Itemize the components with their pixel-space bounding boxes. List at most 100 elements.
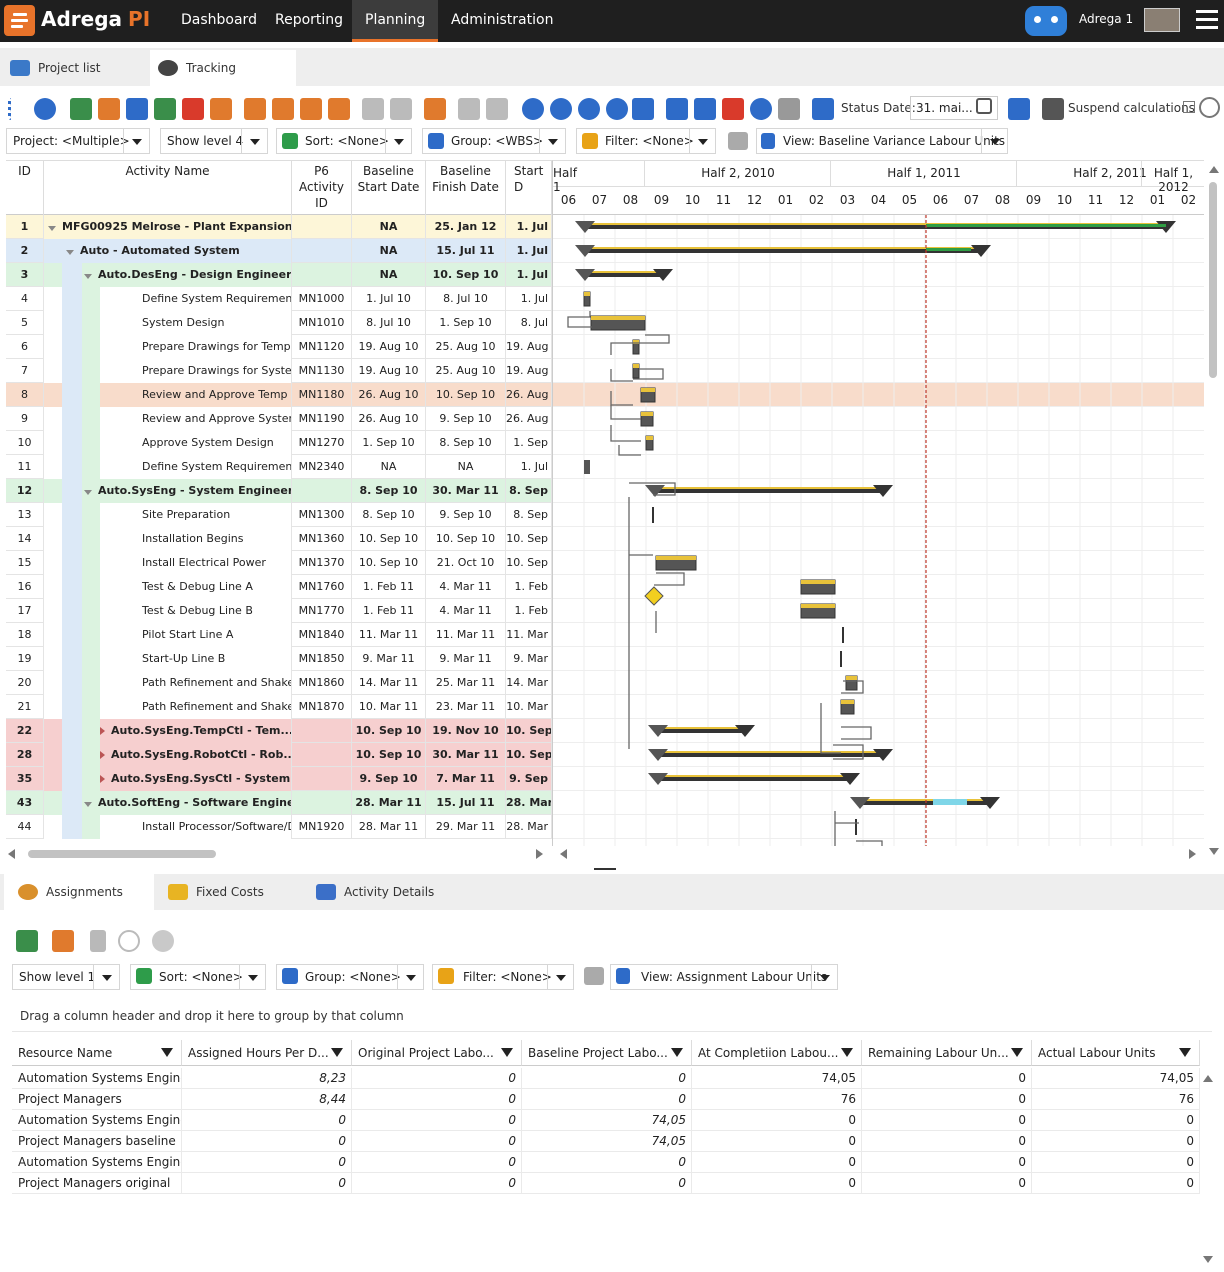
assign-cell[interactable]: 74,05 <box>522 1131 692 1152</box>
assign-cell[interactable]: 0 <box>352 1152 522 1173</box>
assign-cell[interactable]: 0 <box>692 1152 862 1173</box>
unlink-icon[interactable] <box>390 98 412 120</box>
more-vertical-icon[interactable] <box>8 98 14 120</box>
row-activity-name[interactable]: Pilot Start Line A <box>44 623 292 647</box>
assign-cell[interactable]: 0 <box>862 1068 1032 1089</box>
tab-project-list[interactable]: Project list <box>2 50 148 86</box>
collapse-icon[interactable] <box>328 98 350 120</box>
grid-row[interactable]: 16 Test & Debug Line A MN1760 1. Feb 11 4. M… <box>6 575 552 599</box>
assign-cell[interactable]: 0 <box>182 1131 352 1152</box>
chevron-down-icon[interactable] <box>241 129 267 153</box>
assign-cell[interactable]: Automation Systems Engineer l <box>12 1110 182 1131</box>
assign-cell[interactable]: 0 <box>862 1089 1032 1110</box>
align-icon[interactable] <box>632 98 654 120</box>
grid-row[interactable]: 8Review and Approve Temp Con...MN118026.… <box>6 383 552 407</box>
download-icon[interactable] <box>1008 98 1030 120</box>
grid-row[interactable]: 13 Site Preparation MN1300 8. Sep 10 9. Sep … <box>6 503 552 527</box>
cost-icon[interactable] <box>118 930 140 952</box>
col-baseline-start[interactable]: Baseline Start Date <box>352 161 426 215</box>
view-select[interactable]: View: Baseline Variance Labour Units <box>756 128 1008 154</box>
row-activity-name[interactable]: Site Preparation <box>44 503 292 527</box>
grid-row[interactable]: 22 Auto.SysEng.TempCtl - Tem... 10. Sep 10… <box>6 719 552 743</box>
scroll-right-icon[interactable] <box>536 849 543 859</box>
assign-col-header[interactable]: Actual Labour Units <box>1032 1040 1200 1066</box>
row-activity-name[interactable]: Review and Approve Temp Con... <box>44 383 292 407</box>
avatar[interactable] <box>1144 8 1180 32</box>
people-search-icon[interactable] <box>152 930 174 952</box>
grid-row[interactable]: 11 Define System Requirements MN2340 NA NA 1.… <box>6 455 552 479</box>
col-activity-name[interactable]: Activity Name <box>44 161 292 215</box>
assign-cell[interactable]: 0 <box>352 1089 522 1110</box>
row-activity-name[interactable]: Auto.SysEng.SysCtl - System... <box>44 767 292 791</box>
assign-col-header[interactable]: Assigned Hours Per D... <box>182 1040 352 1066</box>
edit-grid-icon[interactable] <box>70 98 92 120</box>
grid-row[interactable]: 44Install Processor/Software/Dat...MN192… <box>6 815 552 839</box>
assign-cell[interactable]: 0 <box>352 1131 522 1152</box>
grid-row[interactable]: 6Prepare Drawings for Temp Co...MN112019… <box>6 335 552 359</box>
chevron-down-icon[interactable] <box>93 965 119 989</box>
grid-row[interactable]: 3 Auto.DesEng - Design Engineeri... NA 10. … <box>6 263 552 287</box>
expand-icon[interactable] <box>300 98 322 120</box>
reorder-icon[interactable] <box>722 98 744 120</box>
list-icon[interactable] <box>694 98 716 120</box>
assign-row[interactable]: Project Managers original 0 0 0 0 0 0 <box>12 1173 1200 1194</box>
grid-row[interactable]: 20Path Refinement and Shakedo...MN186014… <box>6 671 552 695</box>
tab-assignments[interactable]: Assignments <box>4 874 154 910</box>
scroll-up-icon[interactable] <box>1209 166 1219 173</box>
calendar-icon[interactable] <box>976 98 992 114</box>
row-activity-name[interactable]: Install Processor/Software/Dat... <box>44 815 292 839</box>
grid-row[interactable]: 28 Auto.SysEng.RobotCtl - Rob... 10. Sep 1… <box>6 743 552 767</box>
nav-tab-administration[interactable]: Administration <box>438 0 566 42</box>
grid-row[interactable]: 18 Pilot Start Line A MN1840 11. Mar 11 11. … <box>6 623 552 647</box>
level-select[interactable]: Show level 4 <box>160 128 268 154</box>
assign-cell[interactable]: 0 <box>522 1068 692 1089</box>
grid-row[interactable]: 5 System Design MN1010 8. Jul 10 1. Sep 10 8.… <box>6 311 552 335</box>
vertical-scrollbar[interactable] <box>1206 160 1222 860</box>
assign-cell[interactable]: Project Managers baseline <box>12 1131 182 1152</box>
collapse-icon[interactable] <box>84 489 92 495</box>
grid-row[interactable]: 2 Auto - Automated System NA 15. Jul 11 1. J… <box>6 239 552 263</box>
col-baseline-finish[interactable]: Baseline Finish Date <box>426 161 506 215</box>
chevron-down-icon[interactable] <box>123 129 149 153</box>
col-id[interactable]: ID <box>6 161 44 215</box>
undo-icon[interactable] <box>458 98 480 120</box>
grid-row[interactable]: 10 Approve System Design MN1270 1. Sep 10 8.… <box>6 431 552 455</box>
nav-tab-dashboard[interactable]: Dashboard <box>168 0 270 42</box>
assign-col-header[interactable]: Remaining Labour Un... <box>862 1040 1032 1066</box>
assign-row[interactable]: Project Managers baseline 0 0 74,05 0 0 0 <box>12 1131 1200 1152</box>
scroll-down-icon[interactable] <box>1203 1256 1213 1263</box>
filter-icon[interactable] <box>1179 1048 1191 1057</box>
assign-cell[interactable]: 8,44 <box>182 1089 352 1110</box>
col-start-date[interactable]: Start D <box>506 161 552 215</box>
scroll-left-icon[interactable] <box>8 849 15 859</box>
grid-row[interactable]: 15 Install Electrical Power MN1370 10. Sep … <box>6 551 552 575</box>
adrega-logo-icon[interactable] <box>4 5 35 36</box>
suspend-calculations-checkbox[interactable] <box>1183 101 1195 113</box>
row-activity-name[interactable]: Auto.SoftEng - Software Engine... <box>44 791 292 815</box>
assign-cell[interactable]: 76 <box>1032 1089 1200 1110</box>
assign-cell[interactable]: 0 <box>352 1173 522 1194</box>
zoom-range-icon[interactable] <box>606 98 628 120</box>
grid-row[interactable]: 12 Auto.SysEng - System Engineering 8. Sep… <box>6 479 552 503</box>
link-icon[interactable] <box>362 98 384 120</box>
tab-tracking[interactable]: Tracking <box>150 50 296 86</box>
filter-icon[interactable] <box>1011 1048 1023 1057</box>
filter-icon[interactable] <box>671 1048 683 1057</box>
assign-cell[interactable]: 8,23 <box>182 1068 352 1089</box>
row-activity-name[interactable]: System Design <box>44 311 292 335</box>
assign-cell[interactable]: 0 <box>522 1152 692 1173</box>
assign-col-header[interactable]: Baseline Project Labo... <box>522 1040 692 1066</box>
filter-lines-icon[interactable] <box>1042 98 1064 120</box>
chevron-down-icon[interactable] <box>547 965 573 989</box>
assign-row[interactable]: Automation Systems Engineer l0074,05000 <box>12 1110 1200 1131</box>
nav-tab-reporting[interactable]: Reporting <box>262 0 356 42</box>
assign-cell[interactable]: 0 <box>1032 1110 1200 1131</box>
assign-cell[interactable]: 0 <box>692 1173 862 1194</box>
delete-icon[interactable] <box>210 98 232 120</box>
assign-cell[interactable]: 0 <box>862 1152 1032 1173</box>
zoom-in-icon[interactable] <box>522 98 544 120</box>
assign-cell[interactable]: 0 <box>182 1110 352 1131</box>
assign-cell[interactable]: 0 <box>692 1131 862 1152</box>
assign-cell[interactable]: 0 <box>862 1173 1032 1194</box>
row-activity-name[interactable]: Prepare Drawings for System C... <box>44 359 292 383</box>
